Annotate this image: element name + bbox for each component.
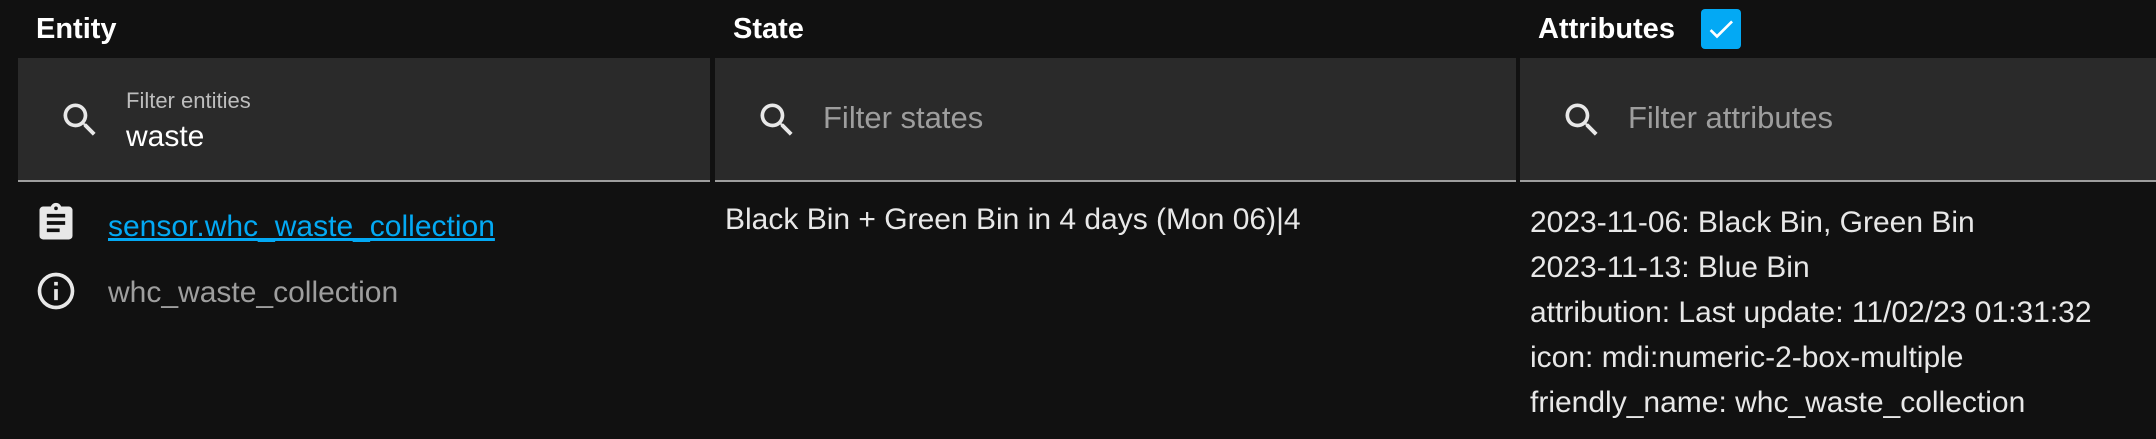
entity-column: Entity Filter entities sensor.whc_waste_… (18, 0, 710, 439)
developer-tools-states-table: Entity Filter entities sensor.whc_waste_… (0, 0, 2156, 439)
filter-attributes-input[interactable] (1628, 100, 2156, 136)
entity-header-label: Entity (36, 12, 117, 45)
filter-states-input[interactable] (823, 100, 1423, 136)
state-column-header: State (733, 0, 804, 58)
attributes-checkbox[interactable] (1700, 9, 1741, 49)
entity-link[interactable]: sensor.whc_waste_collection (108, 210, 495, 244)
attribute-line: icon: mdi:numeric-2-box-multiple (1530, 341, 1964, 374)
search-icon (63, 103, 96, 136)
filter-entities-input[interactable] (126, 120, 626, 154)
check-icon (1709, 20, 1733, 39)
filter-entities-field[interactable]: Filter entities (18, 58, 710, 182)
attributes-list: 2023-11-06: Black Bin, Green Bin 2023-11… (1530, 200, 2092, 425)
filter-states-field[interactable] (715, 58, 1516, 182)
state-column: State Black Bin + Green Bin in 4 days (M… (715, 0, 1516, 439)
attributes-column-header: Attributes (1538, 0, 1741, 58)
attribute-line: friendly_name: whc_waste_collection (1530, 386, 2026, 419)
state-header-label: State (733, 12, 804, 45)
search-icon (1565, 103, 1598, 136)
filter-entities-label: Filter entities (126, 88, 251, 113)
attributes-header-label: Attributes (1538, 12, 1675, 45)
attributes-column: Attributes 2023-11-06: Black Bin, Green … (1520, 0, 2156, 439)
attribute-line: 2023-11-13: Blue Bin (1530, 251, 1810, 284)
clipboard-text-icon[interactable] (34, 201, 78, 245)
entity-state-value: Black Bin + Green Bin in 4 days (Mon 06)… (725, 203, 1301, 236)
entity-column-header: Entity (36, 0, 117, 58)
search-icon (760, 103, 793, 136)
filter-attributes-field[interactable] (1520, 58, 2156, 182)
attribute-line: attribution: Last update: 11/02/23 01:31… (1530, 296, 2092, 329)
attribute-line: 2023-11-06: Black Bin, Green Bin (1530, 206, 1975, 239)
information-outline-icon[interactable] (34, 269, 78, 313)
entity-id-label: whc_waste_collection (108, 276, 399, 309)
